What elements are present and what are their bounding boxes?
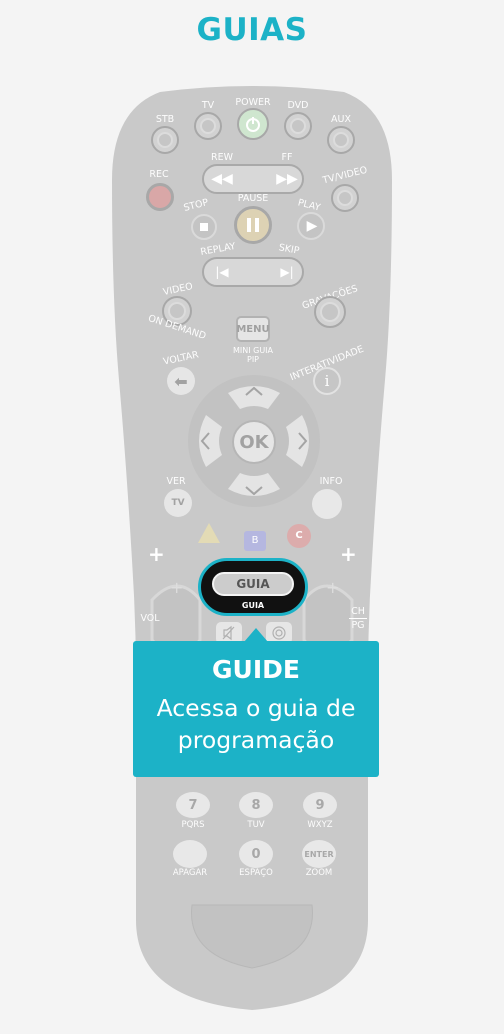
key-9-letters: WXYZ [307, 820, 333, 830]
info-button[interactable] [312, 489, 342, 519]
pause-button[interactable] [234, 206, 272, 244]
dpad-up[interactable] [228, 386, 280, 409]
callout-pointer [244, 628, 268, 642]
callout-text-line2: programação [177, 726, 335, 754]
tvvideo-button[interactable] [331, 184, 359, 212]
triangle-a-button[interactable] [196, 521, 222, 545]
gravacoes-button[interactable] [314, 296, 346, 328]
mini-guia-label: MINI GUIA [232, 346, 274, 355]
pause-icon [247, 218, 251, 232]
apagar-button[interactable] [173, 840, 207, 868]
rew-label: REW [211, 152, 233, 163]
pg-label: PG [351, 620, 365, 631]
guia-button[interactable]: GUIA [212, 572, 294, 596]
pip-label: PIP [246, 355, 260, 364]
stop-icon [200, 223, 208, 231]
dvd-label: DVD [287, 100, 309, 111]
vol-plus-label: + [148, 542, 165, 566]
power-button[interactable] [237, 108, 269, 140]
vol-up-icon: + [170, 578, 184, 597]
enter-button[interactable]: ENTER [302, 840, 336, 868]
info-label: INFO [319, 476, 343, 487]
stop-button[interactable] [191, 214, 217, 240]
callout-box: GUIDE Acessa o guia de programação [133, 641, 379, 777]
power-label: POWER [235, 97, 271, 108]
stb-button[interactable] [151, 126, 179, 154]
dvd-button[interactable] [284, 112, 312, 140]
aux-button[interactable] [327, 126, 355, 154]
ch-label: CH [351, 606, 365, 617]
ch-up-icon: + [326, 578, 340, 597]
ver-tv-button[interactable]: TV [164, 489, 192, 517]
back-arrow-icon: ⬅ [174, 371, 188, 391]
zoom-label: ZOOM [305, 868, 333, 878]
callout-text-line1: Acessa o guia de [156, 694, 356, 722]
ver-label: VER [166, 476, 186, 487]
play-button[interactable]: ▶ [297, 212, 325, 240]
remote-body [112, 86, 392, 1010]
dpad-down[interactable] [228, 473, 280, 496]
key-7-letters: PQRS [181, 820, 205, 830]
menu-button[interactable]: MENU [236, 316, 270, 342]
guia-label: GUIA [241, 601, 265, 610]
apagar-label: APAGAR [172, 868, 208, 878]
espaco-label: ESPAÇO [239, 868, 273, 878]
pause-label: PAUSE [237, 193, 269, 204]
tv-button[interactable] [194, 112, 222, 140]
fast-forward-icon: ▶▶ [276, 171, 298, 187]
rec-button[interactable] [146, 183, 174, 211]
key-9[interactable]: 9 [303, 792, 337, 818]
key-0[interactable]: 0 [239, 840, 273, 868]
skip-icon: ▶| [280, 265, 294, 279]
callout-heading: GUIDE [212, 655, 300, 684]
play-icon: ▶ [306, 218, 318, 234]
rec-label: REC [149, 169, 169, 180]
b-button[interactable]: B [244, 531, 266, 551]
ok-button[interactable]: OK [232, 420, 276, 464]
c-button[interactable]: C [287, 524, 311, 548]
ch-plus-label: + [340, 542, 357, 566]
vol-label: VOL [140, 613, 160, 624]
replay-icon: |◀ [215, 265, 229, 279]
power-icon [246, 117, 260, 132]
key-7[interactable]: 7 [176, 792, 210, 818]
rewind-icon: ◀◀ [211, 171, 233, 187]
ff-label: FF [281, 152, 293, 163]
ch-divider [349, 618, 367, 619]
key-8[interactable]: 8 [239, 792, 273, 818]
tv-label: TV [201, 100, 215, 111]
key-8-letters: TUV [247, 820, 265, 830]
aux-label: AUX [331, 114, 351, 125]
stb-label: STB [155, 114, 175, 125]
info-i-icon: i [324, 372, 330, 390]
